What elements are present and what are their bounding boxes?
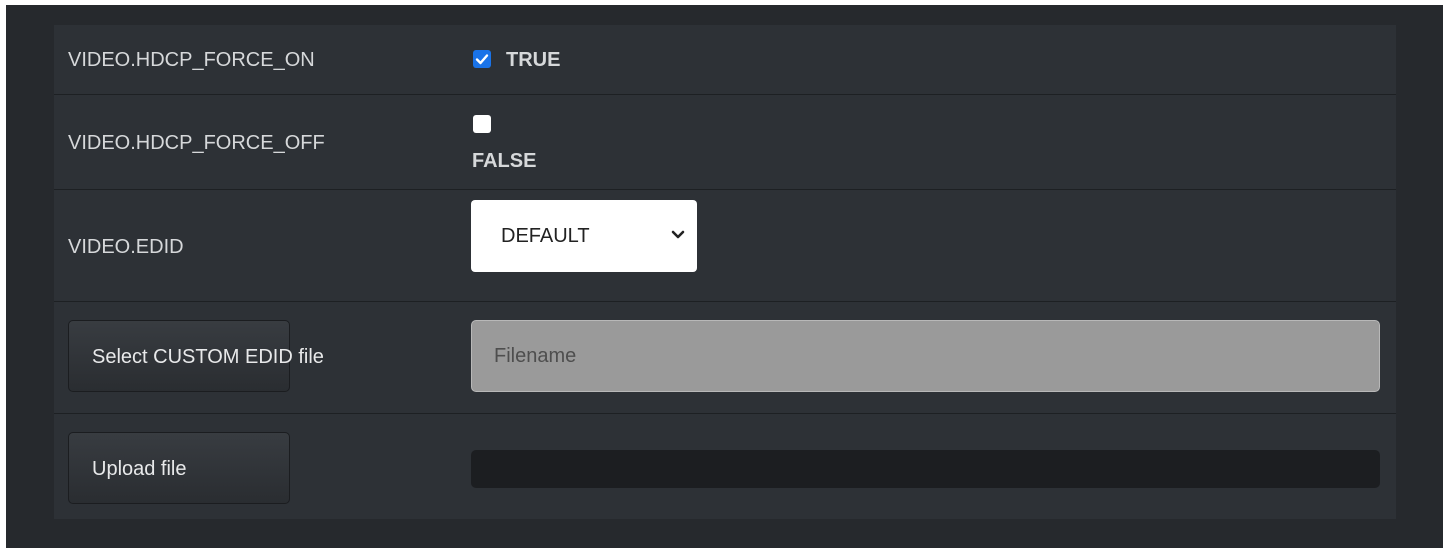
setting-row-edid: VIDEO.EDID DEFAULT <box>54 190 1396 302</box>
upload-file-button[interactable]: Upload file <box>68 432 290 504</box>
edid-selected-value: DEFAULT <box>501 225 590 247</box>
settings-frame: VIDEO.HDCP_FORCE_ON TRUE VIDEO.HDCP_FORC… <box>6 5 1443 548</box>
setting-label: VIDEO.EDID <box>68 236 184 258</box>
hdcp-force-on-checkbox[interactable] <box>473 50 491 68</box>
hdcp-force-on-value: TRUE <box>506 49 561 71</box>
button-label: Upload file <box>92 458 187 480</box>
chevron-down-icon <box>671 230 685 239</box>
setting-row-upload: Upload file <box>54 414 1396 519</box>
hdcp-force-off-value: FALSE <box>472 150 537 172</box>
setting-row-hdcp-force-off: VIDEO.HDCP_FORCE_OFF FALSE <box>54 95 1396 190</box>
upload-progress-bar <box>471 450 1380 488</box>
button-label: Select CUSTOM EDID file <box>92 346 324 368</box>
setting-row-hdcp-force-on: VIDEO.HDCP_FORCE_ON TRUE <box>54 25 1396 95</box>
select-custom-edid-button[interactable]: Select CUSTOM EDID file <box>68 320 324 392</box>
filename-input[interactable] <box>471 320 1380 392</box>
video-settings-panel: VIDEO.HDCP_FORCE_ON TRUE VIDEO.HDCP_FORC… <box>54 25 1396 519</box>
setting-label: VIDEO.HDCP_FORCE_ON <box>68 49 315 71</box>
check-icon <box>475 54 489 65</box>
setting-label: VIDEO.HDCP_FORCE_OFF <box>68 132 325 154</box>
edid-select[interactable]: DEFAULT <box>471 200 697 272</box>
hdcp-force-off-checkbox[interactable] <box>473 115 491 133</box>
setting-row-custom-edid: Select CUSTOM EDID file <box>54 302 1396 414</box>
